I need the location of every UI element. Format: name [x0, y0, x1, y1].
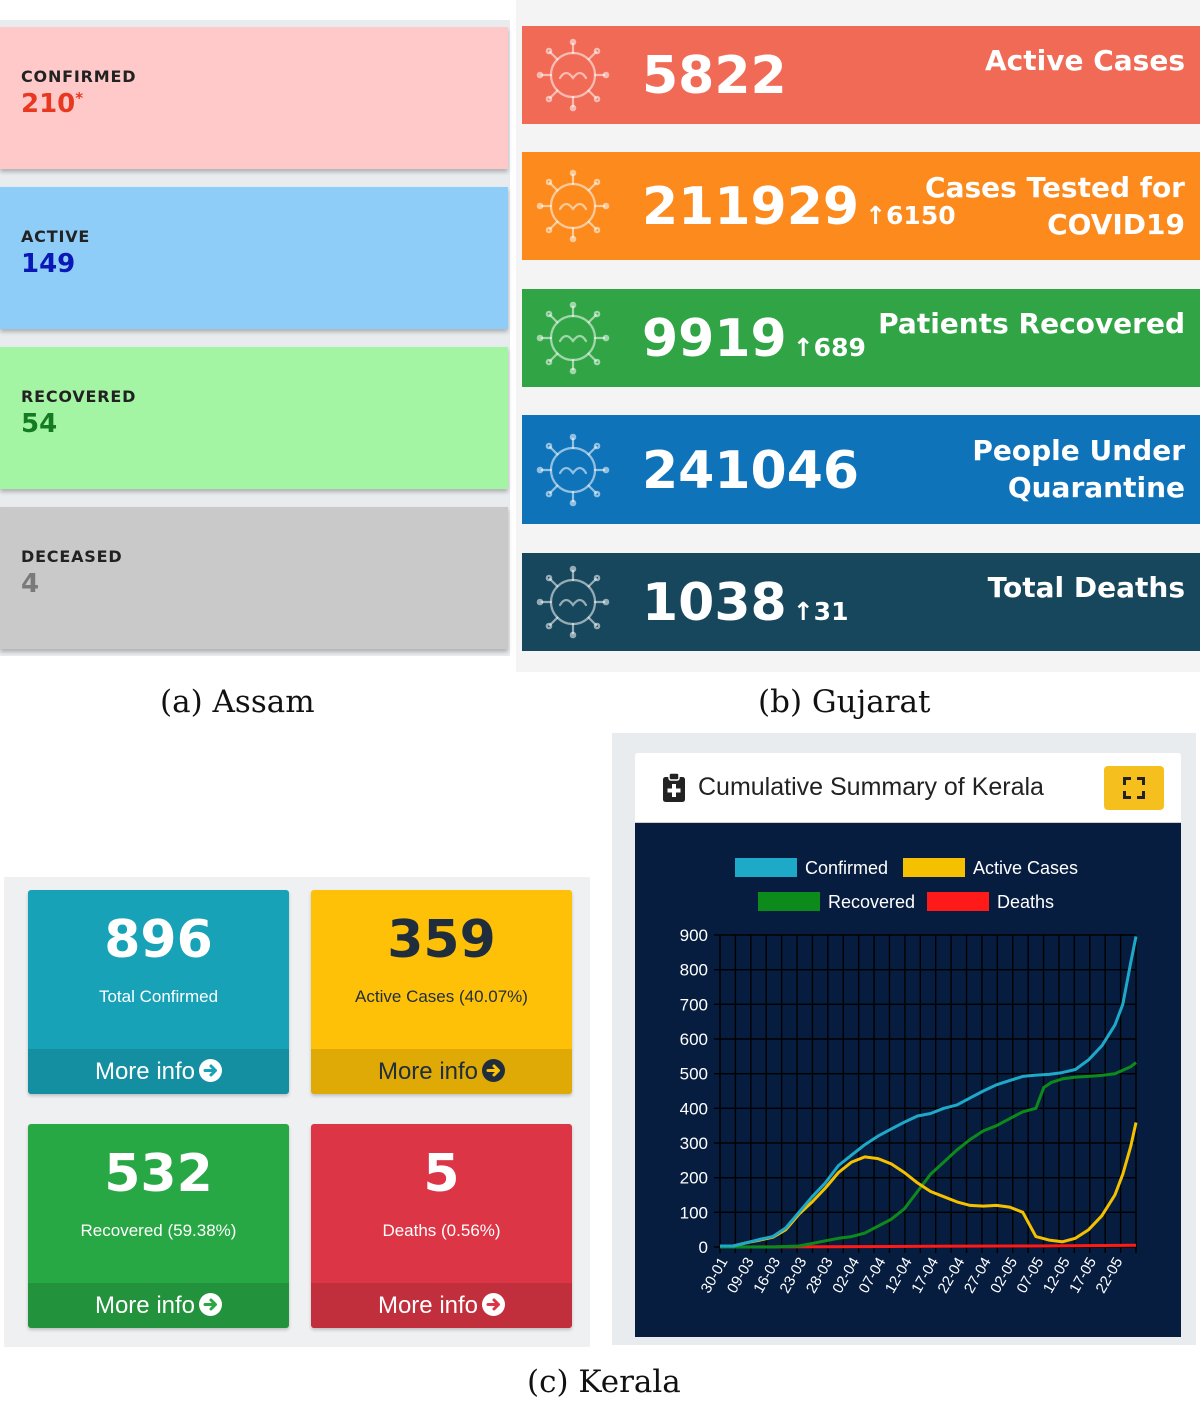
gujarat-tested-value: 211929 ↑6150: [642, 177, 956, 237]
legend-swatch: [903, 858, 965, 877]
chart-card-header: Cumulative Summary of Kerala: [635, 753, 1181, 823]
series-line-active-cases: [720, 1122, 1138, 1248]
y-tick-label: 0: [699, 1238, 708, 1257]
legend-swatch: [927, 892, 989, 911]
kerala-chart-panel: Cumulative Summary of Kerala 0 100 200 300 4…: [612, 733, 1196, 1345]
kerala-caption: (c) Kerala: [527, 1364, 681, 1400]
more-info-link[interactable]: More info: [28, 1049, 289, 1094]
gujarat-deaths-delta: ↑31: [792, 597, 849, 626]
more-info-link[interactable]: More info: [311, 1049, 572, 1094]
kerala-summary-boxes: 896 Total Confirmed More info 359 Active…: [4, 877, 590, 1347]
kerala-confirmed-label: Total Confirmed: [98, 987, 219, 1006]
asterisk-icon: *: [75, 89, 84, 107]
kerala-deaths-box: 5 Deaths (0.56%) More info: [311, 1124, 572, 1328]
virus-icon: [536, 433, 610, 507]
legend-label: Active Cases: [973, 858, 1078, 878]
more-info-link[interactable]: More info: [311, 1283, 572, 1328]
y-tick-label: 700: [680, 995, 708, 1014]
legend-swatch: [758, 892, 820, 911]
gujarat-dashboard: 5822 Active Cases 211929 ↑6150 Cases Test…: [516, 0, 1200, 672]
y-tick-label: 600: [680, 1030, 708, 1049]
kerala-chart-card: Cumulative Summary of Kerala 0 100 200 300 4…: [635, 753, 1181, 1337]
y-tick-label: 100: [680, 1203, 708, 1222]
kerala-cumulative-line-chart: 010020030040050060070080090030-0109-0316…: [680, 858, 1138, 1297]
gujarat-recovered-title: Patients Recovered: [878, 307, 1185, 340]
assam-recovered-label: RECOVERED: [21, 387, 137, 406]
chart-area: 0 100 200 300 400 500 600 700 800 900 30-01 09-03 16…: [635, 823, 1181, 1337]
x-tick-label: 22-05: [1092, 1255, 1126, 1297]
arrow-circle-right-icon: [199, 1293, 223, 1316]
gujarat-tested-title: Cases Tested for COVID19: [925, 171, 1185, 241]
assam-recovered-card: RECOVERED 54: [0, 347, 508, 489]
assam-active-label: ACTIVE: [21, 227, 91, 246]
gujarat-deaths-card: 1038 ↑31 Total Deaths: [522, 553, 1200, 651]
kerala-active-box: 359 Active Cases (40.07%) More info: [311, 890, 572, 1094]
more-info-link[interactable]: More info: [28, 1283, 289, 1328]
legend-label: Recovered: [828, 892, 915, 912]
expand-icon: [1123, 777, 1145, 799]
gujarat-deaths-value: 1038 ↑31: [642, 573, 849, 633]
virus-icon: [536, 169, 610, 243]
gujarat-deaths-title: Total Deaths: [987, 571, 1185, 604]
series-line-recovered: [720, 1061, 1137, 1249]
assam-deceased-value: 4: [21, 569, 40, 599]
legend-label: Confirmed: [805, 858, 888, 878]
assam-deceased-label: DECEASED: [21, 547, 123, 566]
assam-dashboard: CONFIRMED 210* ACTIVE 149 RECOVERED 54 D…: [0, 20, 510, 656]
gujarat-caption: (b) Gujarat: [758, 684, 931, 720]
kerala-recovered-box: 532 Recovered (59.38%) More info: [28, 1124, 289, 1328]
gujarat-quarantine-card: 241046 People Under Quarantine: [522, 415, 1200, 524]
kerala-confirmed-value: 896: [104, 910, 213, 970]
gujarat-recovered-card: 9919 ↑689 Patients Recovered: [522, 289, 1200, 387]
assam-recovered-value: 54: [21, 409, 58, 439]
kerala-deaths-value: 5: [423, 1144, 460, 1204]
y-tick-label: 200: [680, 1169, 708, 1188]
legend-label: Deaths: [997, 892, 1054, 912]
gujarat-quarantine-value: 241046: [642, 441, 860, 501]
kerala-recovered-label: Recovered (59.38%): [80, 1221, 237, 1240]
y-tick-label: 500: [680, 1065, 708, 1084]
y-tick-label: 400: [680, 1099, 708, 1118]
gujarat-recovered-value: 9919 ↑689: [642, 309, 866, 369]
series-line-confirmed: [720, 936, 1138, 1248]
y-tick-label: 800: [680, 961, 708, 980]
assam-caption: (a) Assam: [160, 684, 315, 720]
y-tick-label: 900: [680, 926, 708, 945]
arrow-circle-right-icon: [482, 1059, 506, 1082]
assam-confirmed-label: CONFIRMED: [21, 67, 137, 86]
arrow-circle-right-icon: [199, 1059, 223, 1082]
virus-icon: [536, 565, 610, 639]
assam-confirmed-card: CONFIRMED 210*: [0, 27, 508, 169]
kerala-active-label: Active Cases (40.07%): [355, 987, 528, 1006]
chart-title: Cumulative Summary of Kerala: [698, 773, 1044, 801]
arrow-circle-right-icon: [482, 1293, 506, 1316]
kerala-deaths-label: Deaths (0.56%): [382, 1221, 501, 1240]
virus-icon: [536, 38, 610, 112]
gujarat-active-cases-card: 5822 Active Cases: [522, 26, 1200, 124]
assam-active-value: 149: [21, 249, 76, 279]
assam-confirmed-value: 210*: [21, 89, 84, 119]
y-tick-label: 300: [680, 1134, 708, 1153]
gujarat-tested-card: 211929 ↑6150 Cases Tested for COVID19: [522, 152, 1200, 260]
gujarat-recovered-delta: ↑689: [792, 333, 866, 362]
gujarat-quarantine-title: People Under Quarantine: [972, 434, 1185, 504]
gujarat-active-cases-value: 5822: [642, 46, 787, 106]
expand-button[interactable]: [1104, 766, 1164, 810]
kerala-active-value: 359: [387, 910, 496, 970]
gujarat-active-cases-title: Active Cases: [984, 44, 1185, 77]
kerala-recovered-value: 532: [104, 1144, 213, 1204]
assam-active-card: ACTIVE 149: [0, 187, 508, 329]
virus-icon: [536, 301, 610, 375]
clipboard-plus-icon: [663, 773, 685, 802]
legend-swatch: [735, 858, 797, 877]
kerala-confirmed-box: 896 Total Confirmed More info: [28, 890, 289, 1094]
assam-deceased-card: DECEASED 4: [0, 507, 508, 649]
